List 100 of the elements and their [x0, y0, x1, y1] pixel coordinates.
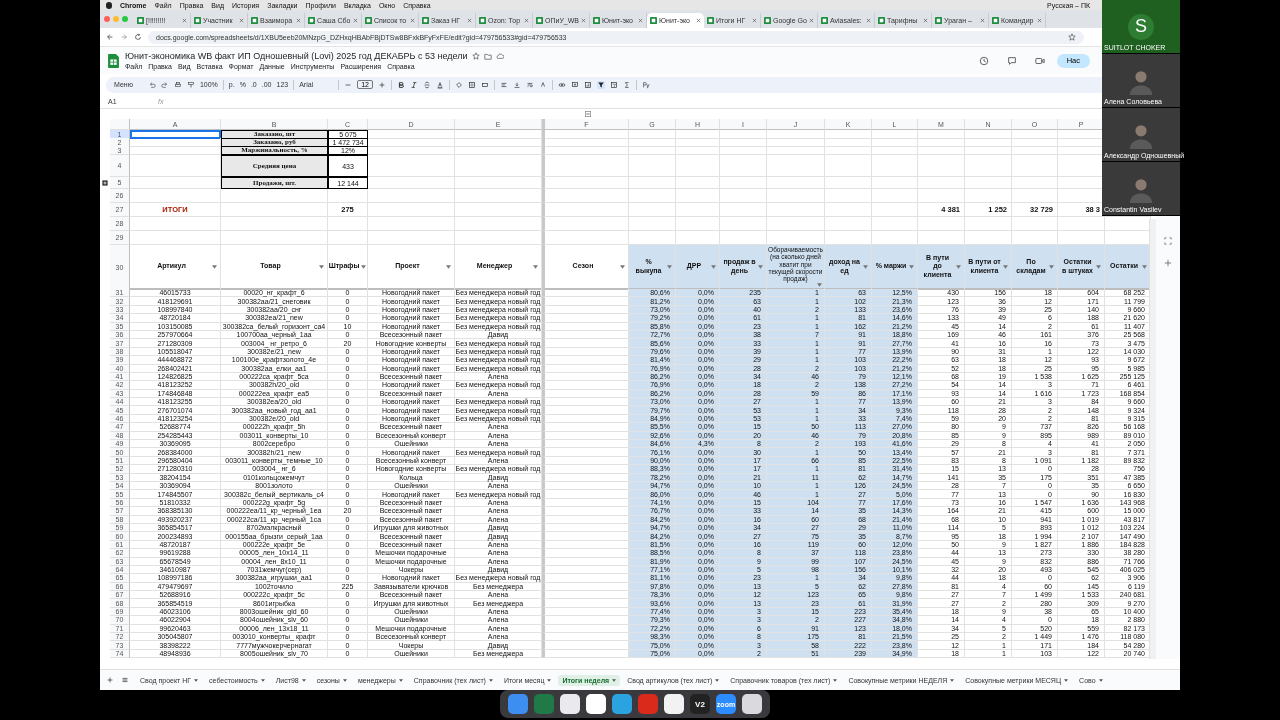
caret-icon[interactable]	[488, 678, 493, 682]
empty-cell	[872, 203, 918, 217]
empty-cell	[720, 203, 767, 217]
close-icon[interactable]	[696, 18, 701, 23]
caret-icon[interactable]	[612, 678, 617, 682]
folder-icon[interactable]	[483, 52, 492, 60]
filter-views-icon[interactable]	[609, 80, 618, 89]
empty-cell	[872, 146, 918, 155]
close-icon[interactable]	[524, 18, 529, 23]
collapse-group-icon[interactable]	[585, 111, 591, 117]
add-sheet-icon[interactable]	[106, 676, 114, 684]
capture-icon[interactable]	[1164, 237, 1172, 245]
input-tools-icon[interactable]	[641, 80, 650, 89]
empty-cell	[676, 146, 720, 155]
scrollbar[interactable]	[1149, 219, 1156, 659]
document-title[interactable]: Юнит-экономика WB факт ИП Одношевный (Lovi) 2025 год ДЕКАБРЬ с 53 недели	[125, 51, 468, 61]
close-icon[interactable]	[353, 18, 358, 23]
empty-cell	[965, 146, 1012, 155]
caret-icon[interactable]	[342, 678, 347, 682]
plus-icon[interactable]	[377, 80, 386, 89]
empty-cell	[629, 138, 676, 147]
back-icon[interactable]	[106, 33, 114, 41]
sheet-favicon-icon	[308, 17, 315, 24]
undo-icon[interactable]	[147, 80, 156, 89]
close-icon[interactable]	[467, 18, 472, 23]
close-icon[interactable]	[410, 18, 415, 23]
redo-icon[interactable]	[160, 80, 169, 89]
close-icon[interactable]	[923, 18, 928, 23]
video-call-icon[interactable]	[1034, 55, 1045, 66]
empty-cell	[825, 146, 872, 155]
strikethrough-icon[interactable]	[422, 80, 431, 89]
bold-icon[interactable]	[396, 80, 405, 89]
bookmark-star-icon[interactable]	[1068, 33, 1076, 41]
empty-cell	[629, 203, 676, 217]
text-wrap-icon[interactable]	[525, 80, 534, 89]
app-label-icon[interactable]: V2	[690, 694, 710, 714]
window-controls-icon[interactable]	[104, 16, 128, 22]
empty-cell	[328, 189, 368, 203]
empty-cell	[1012, 138, 1058, 147]
caret-icon[interactable]	[833, 678, 838, 682]
close-icon[interactable]	[752, 18, 757, 23]
apple-icon[interactable]	[106, 1, 112, 9]
sheets-logo-icon[interactable]	[108, 53, 119, 68]
sheet-favicon-icon	[992, 17, 999, 24]
empty-cell	[825, 130, 872, 139]
sheet-favicon-icon	[821, 17, 828, 24]
selected-cell[interactable]	[130, 130, 221, 139]
caret-icon[interactable]	[194, 678, 199, 682]
text-rotation-icon[interactable]	[538, 80, 547, 89]
align-icon[interactable]	[499, 80, 508, 89]
fill-color-icon[interactable]	[454, 80, 463, 89]
close-icon[interactable]	[866, 18, 871, 23]
close-icon[interactable]	[581, 18, 586, 23]
sheet-favicon-icon	[536, 17, 543, 24]
history-icon[interactable]	[978, 55, 989, 66]
caret-icon[interactable]	[715, 678, 720, 682]
functions-icon[interactable]	[622, 80, 631, 89]
add-icon[interactable]	[1164, 259, 1172, 267]
caret-icon[interactable]	[547, 678, 552, 682]
empty-cell	[965, 217, 1012, 231]
caret-icon[interactable]	[1098, 678, 1103, 682]
empty-cell	[918, 138, 965, 147]
chart-icon[interactable]	[583, 80, 592, 89]
link-icon[interactable]	[557, 80, 566, 89]
caret-icon[interactable]	[950, 678, 955, 682]
comment-icon[interactable]	[1006, 55, 1017, 66]
all-sheets-icon[interactable]	[121, 676, 129, 684]
caret-icon[interactable]	[1064, 678, 1069, 682]
expand-group-icon[interactable]	[102, 180, 108, 186]
empty-cell	[767, 155, 825, 177]
empty-cell	[767, 138, 825, 147]
paint-format-icon[interactable]	[186, 80, 195, 89]
reload-icon[interactable]	[134, 33, 142, 41]
close-icon[interactable]	[1037, 18, 1042, 23]
close-icon[interactable]	[638, 18, 643, 23]
cloud-icon[interactable]	[495, 52, 504, 60]
italic-icon[interactable]	[409, 80, 418, 89]
empty-cell	[872, 189, 918, 203]
text-color-icon[interactable]	[435, 80, 444, 89]
empty-cell	[918, 130, 965, 139]
star-icon[interactable]	[471, 52, 480, 60]
close-icon[interactable]	[980, 18, 985, 23]
print-icon[interactable]	[173, 80, 182, 89]
close-icon[interactable]	[182, 18, 187, 23]
empty-cell	[965, 177, 1012, 189]
caret-icon[interactable]	[260, 678, 265, 682]
empty-cell	[720, 138, 767, 147]
caret-icon[interactable]	[301, 678, 306, 682]
empty-cell	[629, 146, 676, 155]
close-icon[interactable]	[809, 18, 814, 23]
caret-icon[interactable]	[398, 678, 403, 682]
merge-cells-icon[interactable]	[480, 80, 489, 89]
sheet-favicon-icon	[365, 17, 372, 24]
close-icon[interactable]	[296, 18, 301, 23]
close-icon[interactable]	[239, 18, 244, 23]
vertical-align-icon[interactable]	[512, 80, 521, 89]
borders-icon[interactable]	[467, 80, 476, 89]
comment-add-icon[interactable]	[570, 80, 579, 89]
filter-icon[interactable]	[596, 80, 605, 89]
empty-cell	[767, 130, 825, 139]
